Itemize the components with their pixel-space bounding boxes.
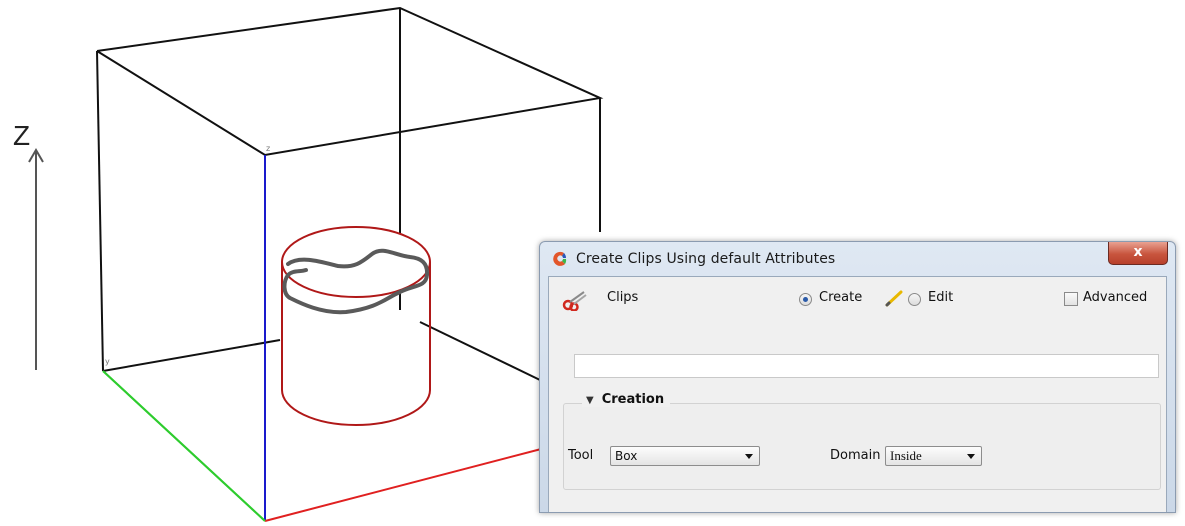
cylinder-top [281,226,431,298]
mode-toolbar: Clips Create Edit Advanced [549,277,1166,321]
creation-header-label: Creation [601,392,665,407]
tool-label: Tool [568,448,594,463]
chevron-down-icon [745,454,753,459]
box-edge-bottom-left [102,339,281,372]
chevron-down-icon [967,454,975,459]
advanced-label[interactable]: Advanced [1083,290,1147,305]
app-logo-icon [553,251,567,266]
creation-group-header[interactable]: ▼ Creation [582,392,671,407]
corner-label-z: z [266,144,271,153]
close-button[interactable]: x [1108,242,1168,265]
domain-label: Domain [830,448,881,463]
domain-select-value: Inside [890,448,922,463]
scissors-icon [562,291,587,311]
pencil-icon [885,290,903,307]
tool-select[interactable]: Box [610,446,760,466]
dialog-body: Clips Create Edit Advanced ▼ Creation Too… [548,276,1167,512]
domain-select[interactable]: Inside [885,446,982,466]
dialog-title: Create Clips Using default Attributes [576,251,836,267]
cylinder-bottom [281,389,431,426]
tool-select-value: Box [615,449,638,463]
create-clips-dialog: Create Clips Using default Attributes x … [539,241,1176,513]
advanced-checkbox[interactable] [1064,292,1078,306]
box-edge-back-left-vertical [96,50,104,372]
axis-y-line [102,370,266,522]
box-edge-bottom-right [419,321,541,381]
clips-label: Clips [607,290,639,305]
edit-radio-label[interactable]: Edit [928,290,953,305]
axis-x-line [264,447,546,522]
corner-label-y: y [105,357,110,366]
collapse-triangle-icon[interactable]: ▼ [586,395,594,406]
clip-name-input[interactable] [574,354,1159,378]
dialog-titlebar[interactable]: Create Clips Using default Attributes x [540,242,1175,276]
box-top-face [96,6,604,157]
edit-radio[interactable] [908,293,921,306]
z-axis-label: Z [13,120,31,151]
create-radio-label[interactable]: Create [819,290,862,305]
create-radio[interactable] [799,293,812,306]
